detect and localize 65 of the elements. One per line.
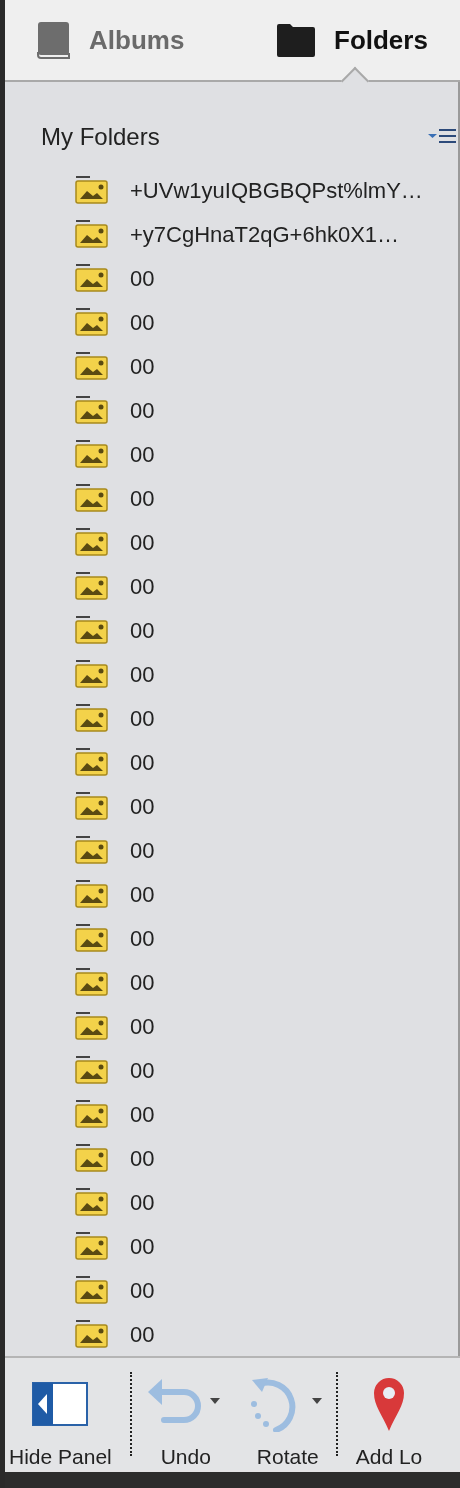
section-title: My Folders	[41, 122, 160, 152]
toolbar-button[interactable]: Undo	[131, 1358, 240, 1472]
folder-item[interactable]: 00	[5, 1092, 458, 1136]
image-folder-icon	[75, 1232, 108, 1260]
image-folder-icon	[75, 352, 108, 380]
tab[interactable]: Albums	[5, 0, 240, 80]
tab[interactable]: Folders	[240, 0, 440, 80]
folder-item[interactable]: 00	[5, 740, 458, 784]
folder-item[interactable]: 00	[5, 696, 458, 740]
folder-item[interactable]: 00	[5, 564, 458, 608]
folder-item[interactable]: +UVw1yuIQBGBQPst%lmY…	[5, 168, 458, 212]
folder-item[interactable]: 00	[5, 872, 458, 916]
image-folder-icon	[75, 1012, 108, 1040]
image-folder-icon	[75, 440, 108, 468]
folder-icon	[276, 22, 316, 58]
book-icon	[37, 21, 71, 59]
image-folder-icon	[75, 1056, 108, 1084]
folder-item[interactable]: 00	[5, 828, 458, 872]
folder-item[interactable]: 00	[5, 1268, 458, 1312]
folder-item[interactable]: +y7CgHnaT2qG+6hk0X1…	[5, 212, 458, 256]
image-folder-icon	[75, 220, 108, 248]
folder-item[interactable]: 00	[5, 300, 458, 344]
image-folder-icon	[75, 484, 108, 512]
image-folder-icon	[75, 880, 108, 908]
image-folder-icon	[75, 968, 108, 996]
image-folder-icon	[75, 1144, 108, 1172]
folder-item[interactable]: 00	[5, 1312, 458, 1356]
toolbar-button[interactable]: Hide Panel	[5, 1358, 130, 1472]
image-folder-icon	[75, 1100, 108, 1128]
hide-panel-icon	[32, 1382, 89, 1427]
map-pin-icon	[372, 1376, 406, 1433]
image-folder-icon	[75, 528, 108, 556]
folder-item[interactable]: 00	[5, 476, 458, 520]
image-folder-icon	[75, 396, 108, 424]
folder-item[interactable]: 00	[5, 1004, 458, 1048]
image-folder-icon	[75, 572, 108, 600]
image-folder-icon	[75, 264, 108, 292]
toolbar-button[interactable]: Add Lo	[337, 1358, 423, 1472]
folder-item[interactable]: 00	[5, 1136, 458, 1180]
image-folder-icon	[75, 660, 108, 688]
folder-item[interactable]: 00	[5, 608, 458, 652]
folder-item[interactable]: 00	[5, 256, 458, 300]
folder-item[interactable]: 00	[5, 652, 458, 696]
image-folder-icon	[75, 1276, 108, 1304]
folder-item[interactable]: 00	[5, 1180, 458, 1224]
folder-item[interactable]: 00	[5, 1224, 458, 1268]
folder-item[interactable]: 00	[5, 784, 458, 828]
image-folder-icon	[75, 924, 108, 952]
image-folder-icon	[75, 616, 108, 644]
image-folder-icon	[75, 176, 108, 204]
folder-item[interactable]: 00	[5, 344, 458, 388]
folder-item[interactable]: 00	[5, 916, 458, 960]
image-folder-icon	[75, 704, 108, 732]
folder-item[interactable]: 00	[5, 1048, 458, 1092]
folder-item[interactable]: 00	[5, 388, 458, 432]
toolbar-button[interactable]: Rotate	[239, 1358, 336, 1472]
image-folder-icon	[75, 1188, 108, 1216]
image-folder-icon	[75, 748, 108, 776]
image-folder-icon	[75, 792, 108, 820]
image-folder-icon	[75, 836, 108, 864]
image-folder-icon	[75, 1320, 108, 1348]
folder-item[interactable]: 00	[5, 960, 458, 1004]
image-folder-icon	[75, 308, 108, 336]
folder-item[interactable]: 00	[5, 520, 458, 564]
folder-item[interactable]: 00	[5, 432, 458, 476]
